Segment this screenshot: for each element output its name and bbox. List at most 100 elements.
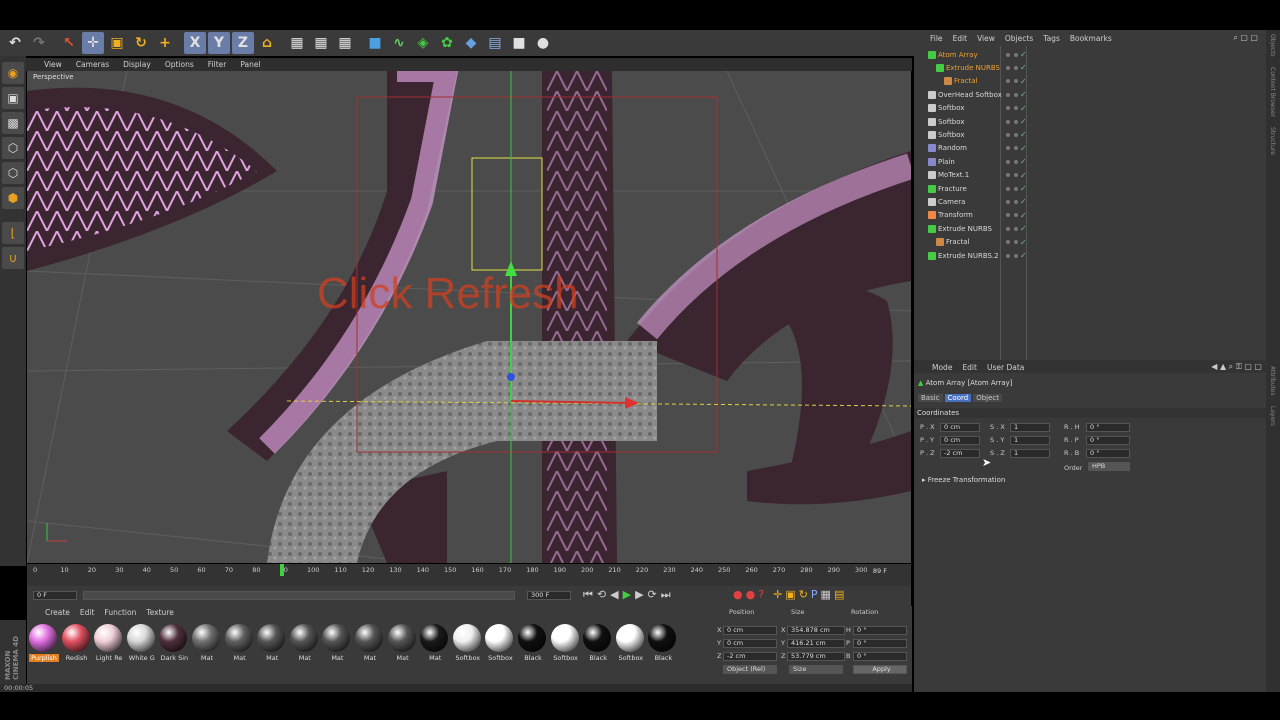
go-end-icon[interactable]: ⏭ — [661, 588, 671, 602]
timeline-menu-icon[interactable]: ▤ — [834, 588, 844, 601]
timeline[interactable]: 0102030405060708090100110120130140150160… — [27, 564, 911, 586]
record-icon[interactable]: ● — [733, 588, 743, 601]
visibility-dots[interactable] — [1006, 146, 1018, 151]
visibility-dots[interactable] — [1006, 92, 1018, 97]
visibility-dots[interactable] — [1006, 173, 1018, 178]
obj-menu-file[interactable]: File — [930, 34, 943, 43]
material-swatch[interactable]: Mat — [387, 624, 418, 670]
select-icon[interactable]: ↖ — [58, 32, 80, 54]
camera-icon[interactable]: ■ — [508, 32, 530, 54]
attr-rot-field[interactable]: 0 ° — [1086, 449, 1130, 458]
object-name[interactable]: Fracture — [938, 185, 1002, 193]
cube-icon[interactable]: ■ — [364, 32, 386, 54]
viewport-menu-panel[interactable]: Panel — [240, 60, 260, 69]
viewport-menu-view[interactable]: View — [44, 60, 62, 69]
object-name[interactable]: Softbox — [938, 118, 1002, 126]
mat-menu-texture[interactable]: Texture — [146, 608, 173, 617]
obj-menu-objects[interactable]: Objects — [1005, 34, 1033, 43]
rotation-key-icon[interactable]: ↻ — [799, 588, 808, 601]
attr-menu-user-data[interactable]: User Data — [987, 363, 1024, 372]
enable-check-icon[interactable]: ✓ — [1020, 251, 1027, 260]
material-swatch[interactable]: Mat — [257, 624, 287, 670]
enable-check-icon[interactable]: ✓ — [1020, 104, 1027, 113]
visibility-dots[interactable] — [1006, 199, 1018, 204]
rotate-icon[interactable]: ↻ — [130, 32, 152, 54]
enable-check-icon[interactable]: ✓ — [1020, 130, 1027, 139]
enable-check-icon[interactable]: ✓ — [1020, 50, 1027, 59]
material-swatch[interactable]: Mat — [420, 624, 450, 670]
keyframe-selection-icon[interactable]: ? — [758, 588, 764, 601]
object-row[interactable]: Camera ✓ — [918, 195, 1258, 208]
material-swatch[interactable]: Mat — [192, 624, 222, 670]
coord-size-field[interactable]: 53.779 cm — [787, 652, 845, 661]
material-swatch[interactable]: Black — [518, 624, 548, 670]
visibility-dots[interactable] — [1006, 65, 1018, 70]
visibility-dots[interactable] — [1006, 52, 1018, 57]
array-icon[interactable]: ✿ — [436, 32, 458, 54]
attr-scale-field[interactable]: 1 — [1010, 436, 1050, 445]
material-swatch[interactable]: Mat — [289, 624, 320, 670]
object-row[interactable]: Fractal ✓ — [918, 75, 1258, 88]
next-key-icon[interactable]: ⟳ — [648, 588, 657, 602]
visibility-dots[interactable] — [1006, 119, 1018, 124]
deformer-icon[interactable]: ◆ — [460, 32, 482, 54]
side-tab-attributes[interactable]: Attributes — [1269, 366, 1276, 396]
enable-check-icon[interactable]: ✓ — [1020, 171, 1027, 180]
enable-check-icon[interactable]: ✓ — [1020, 90, 1027, 99]
material-swatch[interactable]: Black — [648, 624, 678, 670]
visibility-dots[interactable] — [1006, 226, 1018, 231]
visibility-dots[interactable] — [1006, 253, 1018, 258]
object-row[interactable]: Plain ✓ — [918, 155, 1258, 168]
mat-menu-function[interactable]: Function — [104, 608, 136, 617]
mat-menu-edit[interactable]: Edit — [80, 608, 95, 617]
viewport-menu-cameras[interactable]: Cameras — [76, 60, 109, 69]
object-row[interactable]: Transform ✓ — [918, 209, 1258, 222]
visibility-dots[interactable] — [1006, 132, 1018, 137]
tab-coord[interactable]: Coord — [944, 394, 972, 402]
viewport[interactable]: Perspective Click Refresh ✥ ⇩ ⟲ ▢ — [27, 71, 911, 563]
x-axis-icon[interactable]: X — [184, 32, 206, 54]
attr-pos-field[interactable]: -2 cm — [940, 449, 980, 458]
coord-position-field[interactable]: 0 cm — [723, 639, 777, 648]
nurbs-icon[interactable]: ◈ — [412, 32, 434, 54]
pla-key-icon[interactable]: ▦ — [821, 588, 831, 601]
attr-pos-field[interactable]: 0 cm — [940, 436, 980, 445]
axis-mode-icon[interactable]: ⌊ — [2, 222, 24, 244]
object-row[interactable]: Softbox ✓ — [918, 115, 1258, 128]
frame-range-slider[interactable] — [83, 591, 515, 600]
material-swatch[interactable]: Softbox — [485, 624, 515, 670]
object-row[interactable]: OverHead Softbox ✓ — [918, 88, 1258, 101]
object-name[interactable]: Extrude NURBS — [938, 225, 1002, 233]
tab-object[interactable]: Object — [973, 394, 1003, 402]
move-icon[interactable]: ✛ — [82, 32, 104, 54]
coord-mode-dropdown[interactable]: Object (Rel) — [723, 665, 777, 674]
material-swatch[interactable]: Softbox — [550, 624, 581, 670]
spline-icon[interactable]: ∿ — [388, 32, 410, 54]
visibility-dots[interactable] — [1006, 79, 1018, 84]
coord-size-field[interactable]: 416.21 cm — [787, 639, 845, 648]
prev-frame-icon[interactable]: ◀ — [610, 588, 618, 602]
object-row[interactable]: Random ✓ — [918, 142, 1258, 155]
end-frame-field[interactable]: 300 F — [527, 591, 571, 600]
visibility-dots[interactable] — [1006, 106, 1018, 111]
object-row[interactable]: Extrude NURBS ✓ — [918, 61, 1258, 74]
obj-menu-tags[interactable]: Tags — [1043, 34, 1060, 43]
visibility-dots[interactable] — [1006, 186, 1018, 191]
material-swatch[interactable]: Purplish — [29, 624, 59, 670]
enable-check-icon[interactable]: ✓ — [1020, 238, 1027, 247]
object-name[interactable]: MoText.1 — [938, 171, 1002, 179]
attr-scale-field[interactable]: 1 — [1010, 423, 1050, 432]
mat-menu-create[interactable]: Create — [45, 608, 70, 617]
viewport-menu-display[interactable]: Display — [123, 60, 151, 69]
tab-basic[interactable]: Basic — [918, 394, 943, 402]
render-picture-icon[interactable]: ▦ — [310, 32, 332, 54]
make-editable-icon[interactable]: ◉ — [2, 62, 24, 84]
autokey-icon[interactable]: ● — [746, 588, 756, 601]
attr-menu-mode[interactable]: Mode — [932, 363, 952, 372]
material-swatch[interactable]: Softbox — [452, 624, 483, 670]
obj-menu-bookmarks[interactable]: Bookmarks — [1070, 34, 1112, 43]
object-name[interactable]: Extrude NURBS — [946, 64, 1010, 72]
material-swatch[interactable]: Mat — [322, 624, 352, 670]
attr-menu-edit[interactable]: Edit — [962, 363, 977, 372]
enable-check-icon[interactable]: ✓ — [1020, 184, 1027, 193]
